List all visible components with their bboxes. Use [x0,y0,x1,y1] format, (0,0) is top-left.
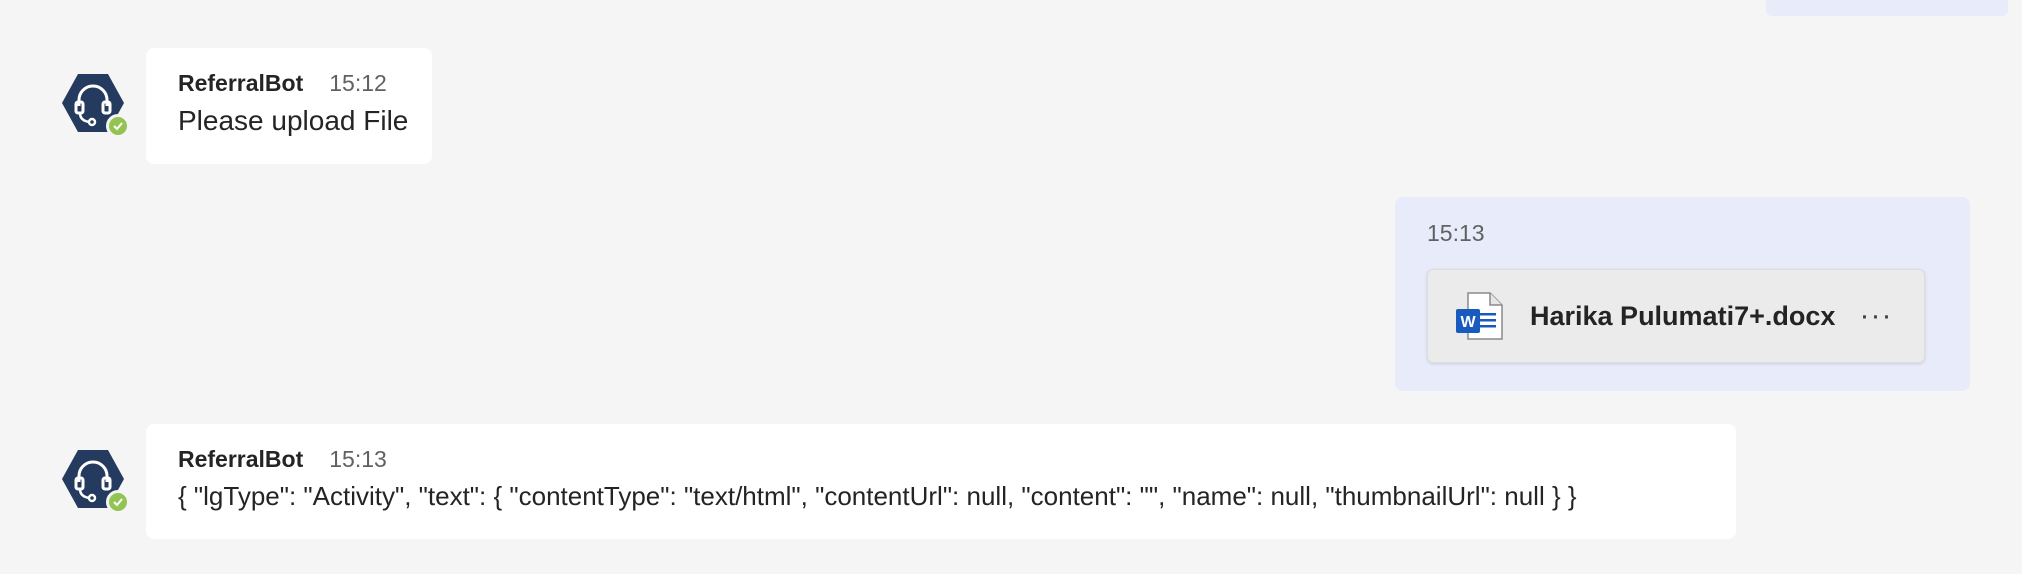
presence-available-badge [106,114,130,138]
more-options-button[interactable]: ··· [1856,296,1896,336]
message-text: Please upload File [178,105,409,136]
bot-message-bubble: ReferralBot 15:13 { "lgType": "Activity"… [146,424,1736,539]
word-document-icon: W [1456,292,1503,340]
message-sender[interactable]: ReferralBot [178,446,303,473]
svg-text:W: W [1460,314,1476,331]
bot-message-bubble: ReferralBot 15:12 Please upload File [146,48,432,164]
message-timestamp: 15:12 [329,70,387,96]
attachment-file-name[interactable]: Harika Pulumati7+.docx [1530,301,1856,332]
message-text: { "lgType": "Activity", "text": { "conte… [178,481,1577,511]
bot-avatar[interactable] [60,446,130,514]
bot-avatar[interactable] [60,70,130,138]
file-attachment-card[interactable]: W Harika Pulumati7+.docx ··· [1427,269,1925,363]
message-timestamp: 15:13 [329,446,387,472]
previous-own-message-bubble [1766,0,2008,16]
own-message-bubble: 15:13 W Harika Pulumati7+.docx ··· [1395,197,1970,391]
message-sender[interactable]: ReferralBot [178,70,303,97]
presence-available-badge [106,490,130,514]
checkmark-icon [113,498,123,507]
checkmark-icon [113,122,123,131]
message-timestamp: 15:13 [1427,220,1485,246]
